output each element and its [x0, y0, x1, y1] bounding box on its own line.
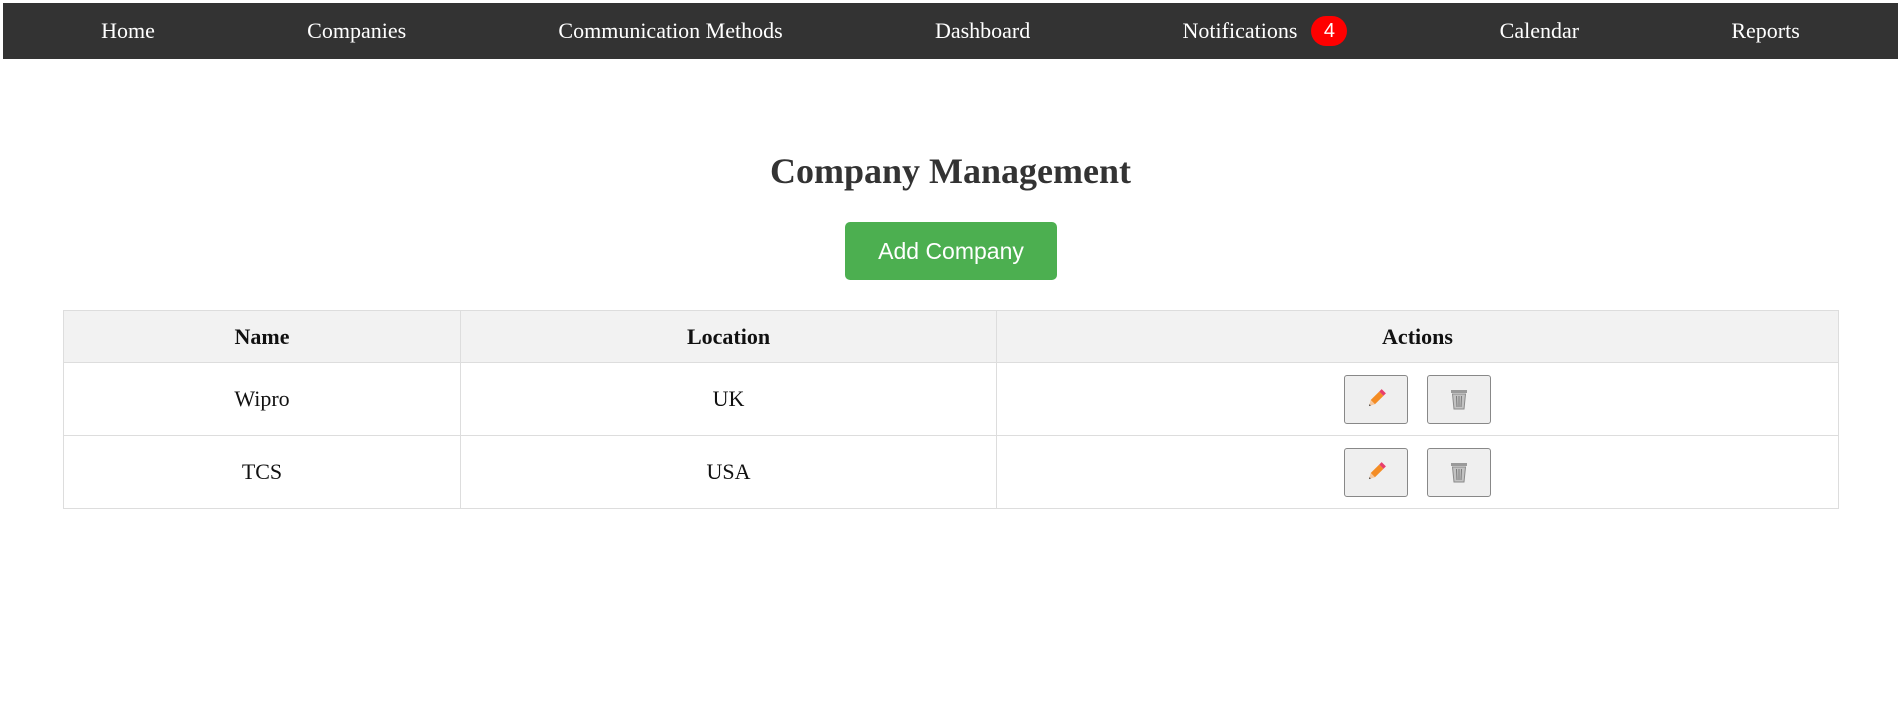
column-header-actions: Actions — [996, 310, 1839, 363]
page: Home Companies Communication Methods Das… — [0, 0, 1901, 701]
wastebasket-icon — [1451, 463, 1468, 483]
nav-item-label: Companies — [307, 18, 407, 43]
notification-count-badge: 4 — [1311, 16, 1348, 46]
company-location-cell: UK — [460, 362, 997, 436]
actions-cell — [996, 362, 1839, 436]
add-company-button[interactable]: Add Company — [845, 222, 1057, 280]
navbar: Home Companies Communication Methods Das… — [3, 3, 1898, 59]
nav-item-reports[interactable]: Reports — [1731, 18, 1799, 44]
delete-button[interactable] — [1427, 447, 1492, 497]
column-header-location: Location — [460, 310, 997, 363]
nav-item-label: Communication Methods — [558, 18, 783, 43]
delete-button[interactable] — [1427, 374, 1492, 424]
column-header-name: Name — [63, 310, 461, 363]
wastebasket-icon — [1451, 390, 1468, 410]
nav-item-communication-methods[interactable]: Communication Methods — [558, 18, 782, 44]
nav-item-calendar[interactable]: Calendar — [1500, 18, 1579, 44]
table-header-row: Name Location Actions — [63, 310, 1839, 363]
nav-item-companies[interactable]: Companies — [307, 18, 406, 44]
nav-item-notifications[interactable]: Notifications 4 — [1183, 16, 1348, 46]
company-location-cell: USA — [460, 435, 997, 509]
table-row: Wipro UK — [63, 362, 1839, 436]
edit-button[interactable] — [1343, 447, 1408, 497]
nav-item-home[interactable]: Home — [101, 18, 155, 44]
page-title: Company Management — [770, 151, 1131, 191]
nav-item-label: Home — [101, 18, 155, 43]
nav-item-label: Dashboard — [934, 18, 1031, 43]
nav-item-label: Calendar — [1499, 18, 1580, 43]
nav-item-label: Reports — [1731, 18, 1800, 43]
table-row: TCS USA — [63, 435, 1839, 509]
company-table: Name Location Actions Wipro UK TCS USA — [63, 310, 1839, 509]
company-name-cell: TCS — [63, 435, 461, 509]
company-name-cell: Wipro — [63, 362, 461, 436]
nav-item-label: Notifications — [1182, 18, 1298, 43]
edit-button[interactable] — [1343, 374, 1408, 424]
pencil-icon — [1368, 389, 1386, 407]
pencil-icon — [1368, 462, 1386, 480]
nav-item-dashboard[interactable]: Dashboard — [935, 18, 1030, 44]
actions-cell — [996, 435, 1839, 509]
